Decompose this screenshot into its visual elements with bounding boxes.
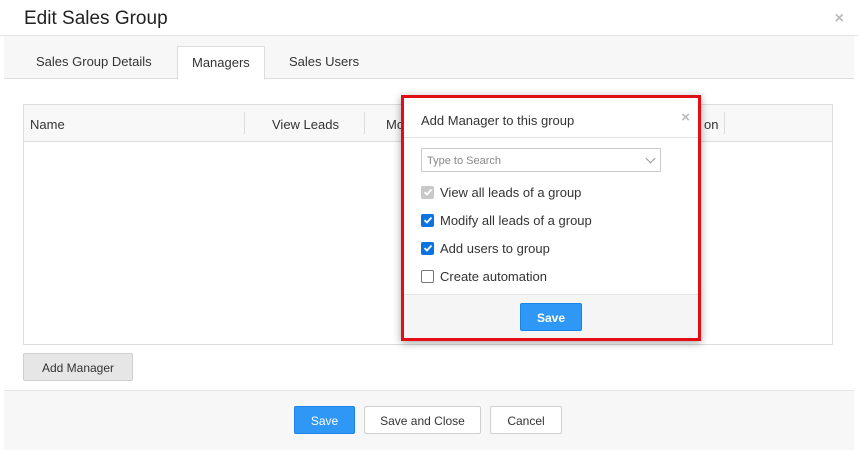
chevron-down-icon xyxy=(645,153,656,164)
close-icon[interactable]: × xyxy=(835,10,844,28)
column-divider xyxy=(244,112,245,134)
search-placeholder: Type to Search xyxy=(427,155,501,167)
add-manager-button[interactable]: Add Manager xyxy=(23,353,133,381)
check-icon xyxy=(423,188,432,196)
popup-save-button[interactable]: Save xyxy=(520,303,582,331)
cancel-button[interactable]: Cancel xyxy=(490,406,562,434)
tab-sales-group-details[interactable]: Sales Group Details xyxy=(22,46,166,79)
checkbox-add-users[interactable] xyxy=(421,241,434,255)
column-divider xyxy=(724,112,725,134)
save-button[interactable]: Save xyxy=(294,406,355,434)
check-icon xyxy=(423,244,432,252)
column-header-automation[interactable]: on xyxy=(704,105,718,142)
option-modify-all-leads[interactable]: Modify all leads of a group xyxy=(421,211,592,229)
checkbox-modify-all-leads[interactable] xyxy=(421,213,434,227)
option-create-automation[interactable]: Create automation xyxy=(421,267,547,285)
modal-title: Edit Sales Group xyxy=(24,8,168,29)
popup-footer: Save xyxy=(404,294,698,338)
tab-bar: Sales Group Details Managers Sales Users xyxy=(4,36,854,80)
save-and-close-button[interactable]: Save and Close xyxy=(364,406,481,434)
column-header-view-leads[interactable]: View Leads xyxy=(272,105,339,142)
check-icon xyxy=(423,216,432,224)
add-manager-popup: Add Manager to this group × Type to Sear… xyxy=(401,95,701,341)
option-add-users[interactable]: Add users to group xyxy=(421,239,550,257)
option-view-all-leads[interactable]: View all leads of a group xyxy=(421,183,581,201)
popup-header: Add Manager to this group × xyxy=(404,98,698,138)
tab-managers[interactable]: Managers xyxy=(177,46,265,80)
checkbox-create-automation[interactable] xyxy=(421,269,434,283)
manager-search-select[interactable]: Type to Search xyxy=(421,148,661,172)
column-header-name[interactable]: Name xyxy=(30,105,65,142)
checkbox-view-all-leads xyxy=(421,185,434,199)
option-label: Create automation xyxy=(440,268,547,284)
option-label: Modify all leads of a group xyxy=(440,212,592,228)
column-divider xyxy=(364,112,365,134)
option-label: View all leads of a group xyxy=(440,184,582,200)
popup-title: Add Manager to this group xyxy=(421,113,575,128)
modal-header: Edit Sales Group × xyxy=(0,0,858,36)
tab-sales-users[interactable]: Sales Users xyxy=(275,46,373,79)
close-icon[interactable]: × xyxy=(681,109,690,126)
option-label: Add users to group xyxy=(440,240,550,256)
